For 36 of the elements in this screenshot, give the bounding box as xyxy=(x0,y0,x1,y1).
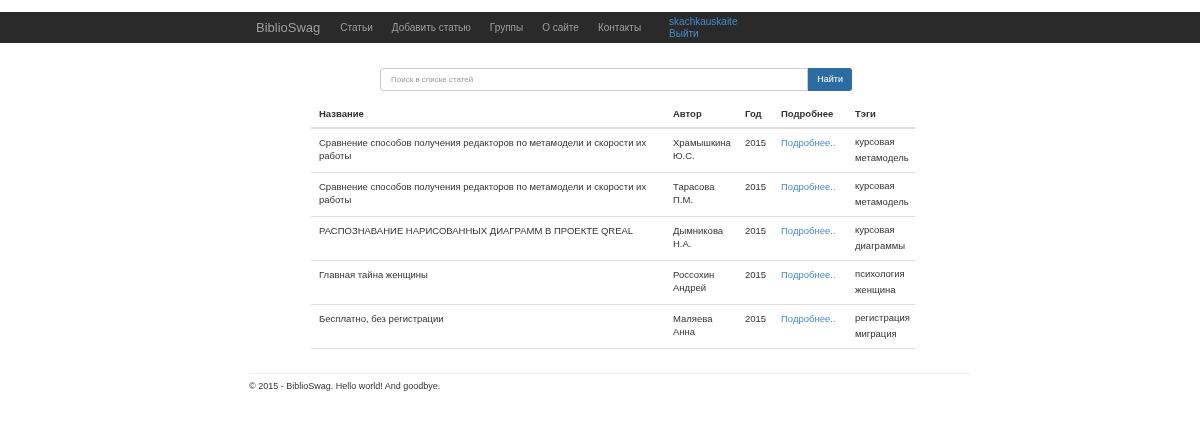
details-link[interactable]: Подробнее.. xyxy=(781,225,836,237)
nav-link[interactable]: Статьи xyxy=(340,20,373,35)
year-text: 2015 xyxy=(745,269,767,281)
column-header: Тэги xyxy=(855,108,876,119)
author-text: Храмышкина Ю.С. xyxy=(673,136,732,163)
details-link[interactable]: Подробнее.. xyxy=(781,269,836,281)
column-header: Название xyxy=(319,108,364,119)
year-text: 2015 xyxy=(745,137,767,149)
column-header: Автор xyxy=(673,108,702,119)
article-title: Сравнение способов получения редакторов по метамодели и скорости их работы xyxy=(319,180,648,207)
logout-link[interactable]: Выйти xyxy=(669,27,738,40)
footer-text: © 2015 - BiblioSwag. Hello world! And goodbye. xyxy=(249,380,442,394)
nav-link[interactable]: О сайте xyxy=(542,20,579,35)
year-text: 2015 xyxy=(745,225,767,237)
details-link[interactable]: Подробнее.. xyxy=(781,137,836,149)
year-text: 2015 xyxy=(745,313,767,325)
search-field[interactable]: Поиск в списке статей xyxy=(380,68,809,91)
author-text: Тарасова П.М. xyxy=(673,180,716,207)
year-text: 2015 xyxy=(745,181,767,193)
article-title: Главная тайна женщины xyxy=(319,268,429,282)
article-title: РАСПОЗНАВАНИЕ НАРИСОВАННЫХ ДИАГРАММ В ПРОЕКТЕ QREAL xyxy=(319,224,635,238)
search-button[interactable]: Найти xyxy=(808,68,852,91)
brand-link[interactable]: BiblioSwag xyxy=(256,17,321,38)
column-header: Год xyxy=(745,108,762,119)
article-title: Сравнение способов получения редакторов по метамодели и скорости их работы xyxy=(319,136,648,163)
article-title: Бесплатно, без регистрации xyxy=(319,312,445,326)
username-link[interactable]: skachkauskaite xyxy=(669,15,738,28)
nav-link[interactable]: Контакты xyxy=(597,20,642,35)
nav-link[interactable]: Добавить статью xyxy=(391,20,471,35)
nav-link[interactable]: Группы xyxy=(489,20,524,35)
author-text: Дымникова Н.А. xyxy=(673,224,725,251)
column-header: Подробнее xyxy=(781,108,834,119)
author-text: Маляева Анна xyxy=(673,312,714,339)
details-link[interactable]: Подробнее.. xyxy=(781,313,836,325)
details-link[interactable]: Подробнее.. xyxy=(781,181,836,193)
author-text: Россохин Андрей xyxy=(673,268,716,295)
